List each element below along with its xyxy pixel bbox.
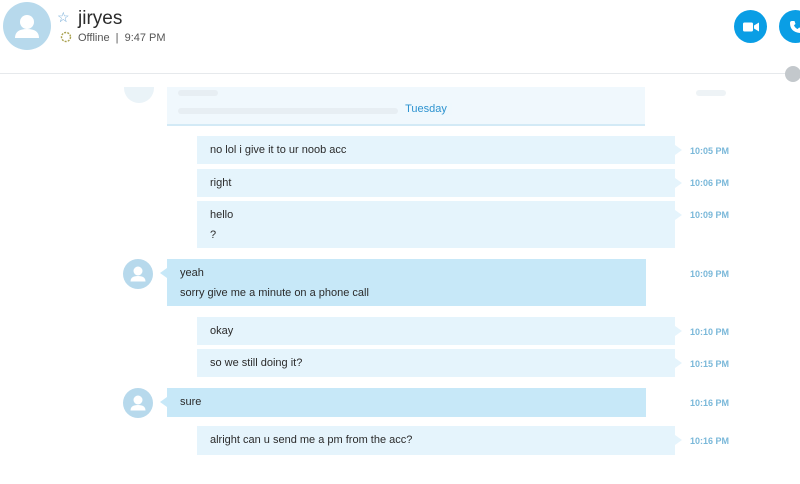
- scrolled-text: [178, 108, 398, 114]
- last-seen-time: 9:47 PM: [124, 32, 166, 44]
- message-text: okay: [210, 325, 234, 337]
- message-time: 10:16 PM: [690, 398, 730, 408]
- message-text: yeah: [180, 267, 204, 279]
- day-separator: Tuesday: [400, 103, 452, 115]
- scrolled-time: [696, 90, 726, 96]
- status-separator: |: [115, 32, 119, 44]
- message-text: sorry give me a minute on a phone call: [180, 287, 369, 299]
- message-text: no lol i give it to ur noob acc: [210, 144, 347, 156]
- message-text: ?: [210, 229, 217, 241]
- message-time: 10:16 PM: [690, 436, 730, 446]
- offline-status-icon: [60, 31, 72, 43]
- contact-avatar[interactable]: [3, 2, 51, 50]
- outgoing-message[interactable]: no lol i give it to ur noob acc: [197, 136, 682, 164]
- message-time: 10:06 PM: [690, 178, 730, 188]
- audio-call-button[interactable]: [779, 10, 800, 43]
- globe-icon[interactable]: [785, 66, 800, 82]
- message-text: so we still doing it?: [210, 357, 303, 369]
- video-camera-icon: [742, 22, 759, 31]
- contact-avatar-small[interactable]: [123, 259, 153, 289]
- message-text: sure: [180, 396, 202, 408]
- outgoing-message[interactable]: hello ?: [197, 201, 682, 248]
- favorite-star-icon[interactable]: ☆: [57, 9, 70, 26]
- video-call-button[interactable]: [734, 10, 767, 43]
- contact-status: Offline | 9:47 PM: [78, 32, 166, 44]
- message-text: hello: [210, 209, 234, 221]
- phone-icon: [789, 20, 800, 33]
- outgoing-message[interactable]: alright can u send me a pm from the acc?: [197, 426, 682, 455]
- message-time: 10:05 PM: [690, 146, 730, 156]
- conversation-header: ☆ jiryes Offline | 9:47 PM: [0, 0, 800, 74]
- scrolled-text: [178, 90, 218, 96]
- message-time: 10:09 PM: [690, 269, 730, 279]
- contact-avatar-small[interactable]: [123, 388, 153, 418]
- status-label: Offline: [78, 32, 110, 44]
- outgoing-message[interactable]: okay: [197, 317, 682, 345]
- message-text: right: [210, 177, 232, 189]
- outgoing-message[interactable]: so we still doing it?: [197, 349, 682, 377]
- message-time: 10:09 PM: [690, 210, 730, 220]
- scrolled-avatar: [124, 87, 154, 103]
- incoming-message[interactable]: sure: [160, 388, 646, 417]
- incoming-message[interactable]: yeah sorry give me a minute on a phone c…: [160, 259, 646, 306]
- message-time: 10:15 PM: [690, 359, 730, 369]
- contact-name[interactable]: jiryes: [78, 8, 122, 30]
- message-time: 10:10 PM: [690, 327, 730, 337]
- message-text: alright can u send me a pm from the acc?: [210, 434, 413, 446]
- outgoing-message[interactable]: right: [197, 169, 682, 197]
